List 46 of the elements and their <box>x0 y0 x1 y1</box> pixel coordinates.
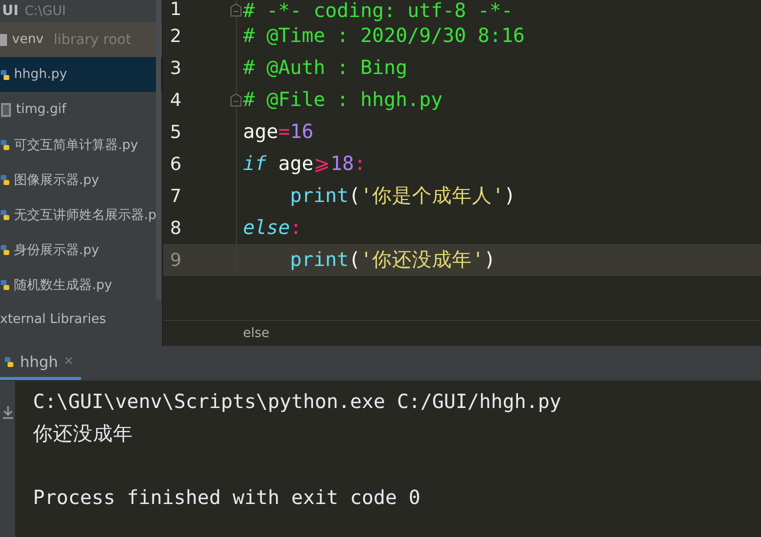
console-line: 你还没成年 <box>33 420 134 446</box>
python-file-icon <box>4 354 14 368</box>
python-file-icon <box>0 242 10 256</box>
project-tree-item[interactable]: 身份展示器.py <box>0 232 162 267</box>
scroll-to-end-icon[interactable] <box>2 405 14 419</box>
project-tree-item[interactable]: 无交互讲师姓名展示器.p <box>0 197 162 232</box>
project-tree-item[interactable]: timg.gif <box>0 92 162 127</box>
scrollbar[interactable] <box>156 0 161 300</box>
code-line: # @File : hhgh.py <box>242 90 443 110</box>
project-name: UI <box>2 3 19 19</box>
code-line: print('你还没成年') <box>288 250 496 270</box>
project-tree-item[interactable]: 图像展示器.py <box>0 162 162 197</box>
line-number: 7 <box>169 186 182 206</box>
fold-marker-icon <box>230 3 242 17</box>
line-number: 9 <box>169 250 182 270</box>
python-file-icon <box>0 208 10 222</box>
line-number: 2 <box>169 26 182 46</box>
code-line: print('你是个成年人') <box>288 186 516 206</box>
console-line: Process finished with exit code 0 <box>33 484 422 510</box>
project-tree-item[interactable]: hhgh.py <box>0 57 162 92</box>
project-tree-item[interactable]: venv library root <box>0 22 162 57</box>
python-file-icon <box>0 68 10 82</box>
code-line: # @Time : 2020/9/30 8:16 <box>242 26 525 46</box>
project-tree-item[interactable]: 随机数生成器.py <box>0 267 162 302</box>
project-tree-item[interactable]: 可交互简单计算器.py <box>0 127 162 162</box>
breadcrumb[interactable]: else <box>243 326 270 341</box>
line-number: 1 <box>169 0 182 20</box>
project-tree-item[interactable]: xternal Libraries <box>0 302 162 337</box>
folder-icon <box>0 32 8 46</box>
console-line: C:\GUI\venv\Scripts\python.exe C:/GUI/hhgh.py <box>33 388 562 414</box>
code-line: # @Auth : Bing <box>242 58 408 78</box>
code-line: age=16 <box>242 122 314 142</box>
line-number: 4 <box>169 90 182 110</box>
code-line: # -*- coding: utf-8 -*- <box>242 0 514 20</box>
project-path: C:\GUI <box>24 4 66 18</box>
line-number: 6 <box>169 154 182 174</box>
python-file-icon <box>0 278 10 292</box>
fold-marker-icon <box>230 93 242 107</box>
line-number: 5 <box>169 122 182 142</box>
python-file-icon <box>0 138 10 152</box>
line-number: 3 <box>169 58 182 78</box>
python-file-icon <box>0 172 10 186</box>
image-file-icon <box>0 102 12 118</box>
code-line: else: <box>242 218 302 238</box>
line-number: 8 <box>169 218 182 238</box>
code-line: if age⩾18: <box>242 154 366 174</box>
